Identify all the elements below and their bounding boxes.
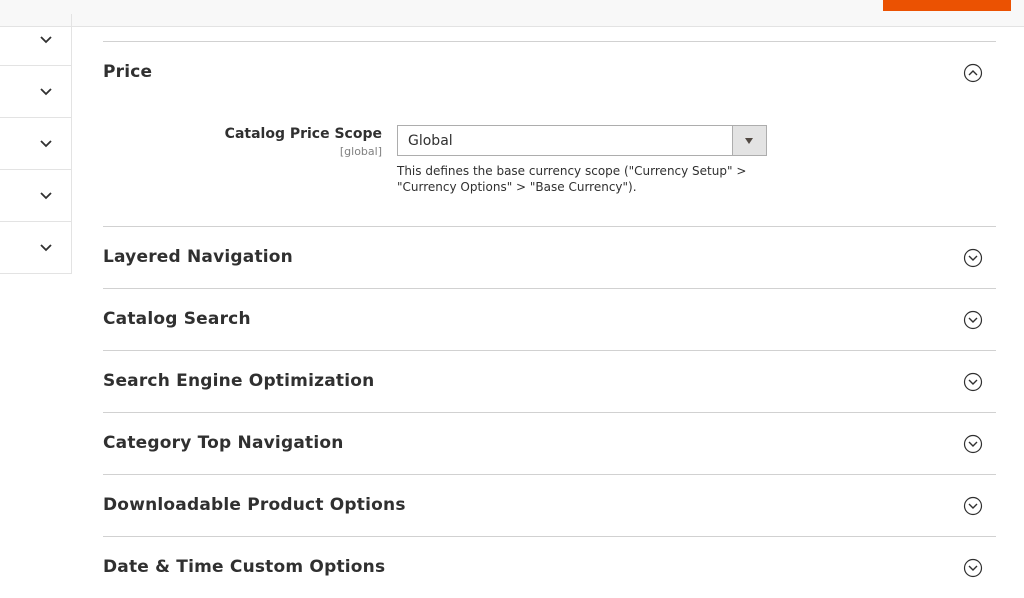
chevron-down-icon (40, 140, 52, 148)
chevron-down-icon (40, 36, 52, 44)
section-title: Downloadable Product Options (103, 495, 406, 515)
field-note-line-1: This defines the base currency scope ("C… (397, 164, 747, 178)
section-header-downloadable-product-options[interactable]: Downloadable Product Options (103, 475, 996, 536)
sidebar-item-3[interactable] (0, 118, 72, 170)
save-config-button[interactable] (883, 0, 1011, 11)
chevron-down-circle-icon[interactable] (963, 496, 983, 516)
section-date-time-custom-options: Date & Time Custom Options (103, 536, 996, 598)
sidebar-item-4[interactable] (0, 170, 72, 222)
section-header-price[interactable]: Price (103, 42, 996, 103)
section-title: Catalog Search (103, 309, 251, 329)
section-title: Search Engine Optimization (103, 371, 375, 391)
chevron-down-circle-icon[interactable] (963, 248, 983, 268)
section-category-top-navigation: Category Top Navigation (103, 412, 996, 474)
top-toolbar (0, 0, 1024, 27)
section-downloadable-product-options: Downloadable Product Options (103, 474, 996, 536)
section-header-seo[interactable]: Search Engine Optimization (103, 351, 996, 412)
section-title: Layered Navigation (103, 247, 293, 267)
section-catalog-search: Catalog Search (103, 288, 996, 350)
section-seo: Search Engine Optimization (103, 350, 996, 412)
sidebar-item-2[interactable] (0, 66, 72, 118)
chevron-down-icon (40, 192, 52, 200)
sidebar-item-5[interactable] (0, 222, 72, 274)
caret-down-icon (745, 138, 753, 144)
select-value: Global (408, 133, 453, 149)
chevron-down-circle-icon[interactable] (963, 372, 983, 392)
field-scope: [global] (339, 145, 382, 158)
field-note-line-2: "Currency Options" > "Base Currency"). (397, 180, 637, 194)
section-title: Date & Time Custom Options (103, 557, 386, 577)
chevron-down-circle-icon[interactable] (963, 558, 983, 578)
field-label: Catalog Price Scope (224, 126, 382, 142)
section-title: Price (103, 62, 153, 82)
section-header-category-top-navigation[interactable]: Category Top Navigation (103, 413, 996, 474)
chevron-down-circle-icon[interactable] (963, 434, 983, 454)
chevron-up-circle-icon[interactable] (963, 63, 983, 83)
chevron-down-circle-icon[interactable] (963, 310, 983, 330)
sidebar-item-1[interactable] (0, 14, 72, 66)
chevron-down-icon (40, 244, 52, 252)
config-sidebar (0, 14, 72, 274)
section-title: Category Top Navigation (103, 433, 344, 453)
select-arrow-button[interactable] (732, 126, 766, 155)
chevron-down-icon (40, 88, 52, 96)
field-note: This defines the base currency scope ("C… (397, 163, 767, 195)
section-layered-navigation: Layered Navigation (103, 226, 996, 288)
catalog-price-scope-select[interactable]: Global (397, 125, 767, 156)
section-header-date-time-custom-options[interactable]: Date & Time Custom Options (103, 537, 996, 598)
section-header-catalog-search[interactable]: Catalog Search (103, 289, 996, 350)
section-header-layered-navigation[interactable]: Layered Navigation (103, 227, 996, 288)
